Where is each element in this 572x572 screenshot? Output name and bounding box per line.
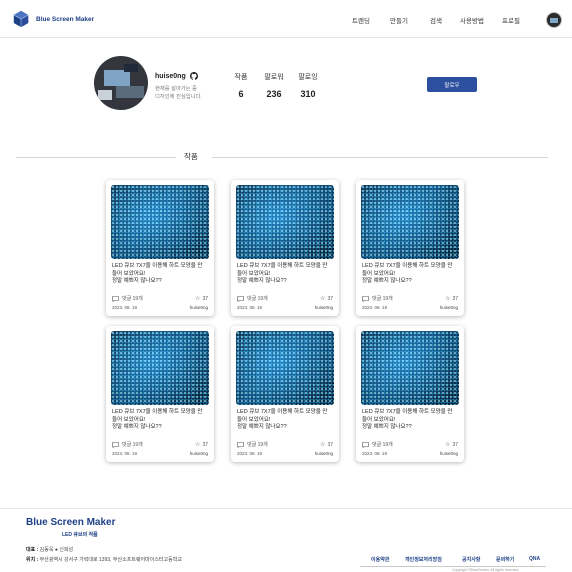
stat-followers[interactable]: 팔로워 236 bbox=[258, 72, 290, 99]
like-count[interactable]: ☆ 37 bbox=[320, 441, 333, 449]
star-icon: ☆ bbox=[445, 296, 451, 302]
work-date: 2023. 08. 19 bbox=[362, 305, 388, 310]
profile-username: huise0ng bbox=[155, 72, 186, 80]
comment-count: 댓글 19개 bbox=[112, 295, 143, 302]
comment-icon bbox=[112, 295, 119, 302]
works-section-title: 작품 bbox=[184, 152, 198, 161]
work-thumbnail bbox=[236, 185, 334, 259]
work-title: LED 큐브 7X7을 이용해 하트 모양을 만 들어 보았어요! 정말 예쁘지 않… bbox=[237, 263, 328, 284]
star-icon: ☆ bbox=[320, 442, 326, 448]
cube-logo-icon bbox=[13, 10, 29, 28]
footer-subtitle: LED 큐브의 작품 bbox=[62, 532, 98, 538]
footer-link-terms[interactable]: 이용약관 bbox=[371, 556, 389, 563]
work-title: LED 큐브 7X7을 이용해 하트 모양을 만 들어 보았어요! 정말 예쁘지 않… bbox=[112, 409, 203, 430]
work-card[interactable]: LED 큐브 7X7을 이용해 하트 모양을 만 들어 보았어요! 정말 예쁘지 않… bbox=[231, 180, 339, 316]
footer-address: 위치 : 부산광역시 강서구 가락대로 1393, 부산소프트웨어마이스터고등학… bbox=[26, 557, 182, 563]
like-count[interactable]: ☆ 37 bbox=[445, 295, 458, 303]
username-row: huise0ng bbox=[155, 72, 198, 80]
bio-line-1: 현재를 살아가는 중 bbox=[155, 86, 197, 92]
comment-count: 댓글 19개 bbox=[237, 441, 268, 448]
work-author[interactable]: huise0ng bbox=[440, 305, 458, 310]
footer-divider bbox=[0, 508, 572, 509]
work-thumbnail bbox=[361, 331, 459, 405]
work-card[interactable]: LED 큐브 7X7을 이용해 하트 모양을 만 들어 보았어요! 정말 예쁘지 않… bbox=[106, 180, 214, 316]
work-author[interactable]: huise0ng bbox=[190, 305, 208, 310]
work-thumbnail bbox=[361, 185, 459, 259]
star-icon: ☆ bbox=[195, 442, 201, 448]
footer-link-qna[interactable]: QNA bbox=[529, 556, 540, 562]
stat-works: 작품 6 bbox=[228, 72, 254, 99]
like-count[interactable]: ☆ 37 bbox=[195, 441, 208, 449]
footer-brand: Blue Screen Maker bbox=[26, 517, 116, 528]
work-author[interactable]: huise0ng bbox=[315, 305, 333, 310]
comment-count: 댓글 19개 bbox=[362, 295, 393, 302]
nav-create[interactable]: 만들기 bbox=[390, 15, 408, 25]
stat-followers-label: 팔로워 bbox=[264, 74, 284, 81]
comment-count: 댓글 19개 bbox=[237, 295, 268, 302]
star-icon: ☆ bbox=[445, 442, 451, 448]
github-icon[interactable] bbox=[189, 72, 198, 80]
work-card[interactable]: LED 큐브 7X7을 이용해 하트 모양을 만 들어 보았어요! 정말 예쁘지 않… bbox=[231, 326, 339, 462]
stat-following-value: 310 bbox=[300, 89, 316, 99]
work-title: LED 큐브 7X7을 이용해 하트 모양을 만 들어 보았어요! 정말 예쁘지 않… bbox=[112, 263, 203, 284]
work-date: 2023. 08. 19 bbox=[237, 451, 263, 456]
copyright-text: Copyright ©BlueScreen. All rights reserv… bbox=[452, 568, 520, 572]
work-thumbnail bbox=[111, 185, 209, 259]
work-date: 2023. 08. 19 bbox=[237, 305, 263, 310]
work-date: 2023. 08. 19 bbox=[362, 451, 388, 456]
work-title: LED 큐브 7X7을 이용해 하트 모양을 만 들어 보았어요! 정말 예쁘지 않… bbox=[362, 263, 453, 284]
work-author[interactable]: huise0ng bbox=[440, 451, 458, 456]
bio-line-2: 디자인에 진심입니다. bbox=[155, 94, 202, 100]
like-count[interactable]: ☆ 37 bbox=[320, 295, 333, 303]
logo-text: Blue Screen Maker bbox=[36, 15, 95, 23]
work-date: 2023. 08. 19 bbox=[112, 451, 138, 456]
work-author[interactable]: huise0ng bbox=[315, 451, 333, 456]
work-card[interactable]: LED 큐브 7X7을 이용해 하트 모양을 만 들어 보았어요! 정말 예쁘지 않… bbox=[356, 326, 464, 462]
comment-icon bbox=[112, 441, 119, 448]
nav-search[interactable]: 검색 bbox=[430, 15, 442, 25]
footer-link-notice[interactable]: 공지사항 bbox=[462, 556, 480, 563]
work-title: LED 큐브 7X7을 이용해 하트 모양을 만 들어 보았어요! 정말 예쁘지 않… bbox=[237, 409, 328, 430]
comment-count: 댓글 19개 bbox=[362, 441, 393, 448]
nav-how-to-use[interactable]: 사용방법 bbox=[460, 15, 484, 25]
like-count[interactable]: ☆ 37 bbox=[445, 441, 458, 449]
stat-works-value: 6 bbox=[238, 89, 244, 99]
nav-trending[interactable]: 트렌딩 bbox=[352, 15, 370, 25]
work-thumbnail bbox=[111, 331, 209, 405]
work-date: 2023. 08. 19 bbox=[112, 305, 138, 310]
comment-icon bbox=[362, 295, 369, 302]
section-divider-right bbox=[212, 157, 548, 158]
logo[interactable]: Blue Screen Maker bbox=[12, 10, 94, 28]
work-author[interactable]: huise0ng bbox=[190, 451, 208, 456]
comment-icon bbox=[237, 295, 244, 302]
footer-bottom-divider bbox=[360, 566, 546, 567]
footer-ceo: 대표 : 김동욱 ● 신희성 bbox=[26, 547, 74, 553]
comment-icon bbox=[237, 441, 244, 448]
follow-button[interactable]: 팔로우 bbox=[427, 77, 477, 92]
work-card[interactable]: LED 큐브 7X7을 이용해 하트 모양을 만 들어 보았어요! 정말 예쁘지 않… bbox=[356, 180, 464, 316]
like-count[interactable]: ☆ 37 bbox=[195, 295, 208, 303]
footer-link-privacy[interactable]: 개인정보처리방침 bbox=[405, 556, 442, 563]
stat-works-label: 작품 bbox=[234, 74, 248, 81]
section-divider-left bbox=[16, 157, 176, 158]
stat-following-label: 팔로잉 bbox=[298, 74, 318, 81]
star-icon: ☆ bbox=[195, 296, 201, 302]
stat-followers-value: 236 bbox=[266, 89, 282, 99]
profile-photo bbox=[94, 56, 148, 110]
work-card[interactable]: LED 큐브 7X7을 이용해 하트 모양을 만 들어 보았어요! 정말 예쁘지 않… bbox=[106, 326, 214, 462]
comment-icon bbox=[362, 441, 369, 448]
nav-profile[interactable]: 프로필 bbox=[502, 15, 520, 25]
footer-link-contact[interactable]: 문의하기 bbox=[496, 556, 514, 563]
comment-count: 댓글 19개 bbox=[112, 441, 143, 448]
work-title: LED 큐브 7X7을 이용해 하트 모양을 만 들어 보았어요! 정말 예쁘지 않… bbox=[362, 409, 453, 430]
star-icon: ☆ bbox=[320, 296, 326, 302]
top-header: Blue Screen Maker 트렌딩 만들기 검색 사용방법 프로필 bbox=[0, 0, 572, 38]
user-avatar[interactable] bbox=[546, 12, 562, 28]
work-thumbnail bbox=[236, 331, 334, 405]
profile-bio: 현재를 살아가는 중 디자인에 진심입니다. bbox=[155, 85, 202, 101]
stat-following[interactable]: 팔로잉 310 bbox=[292, 72, 324, 99]
